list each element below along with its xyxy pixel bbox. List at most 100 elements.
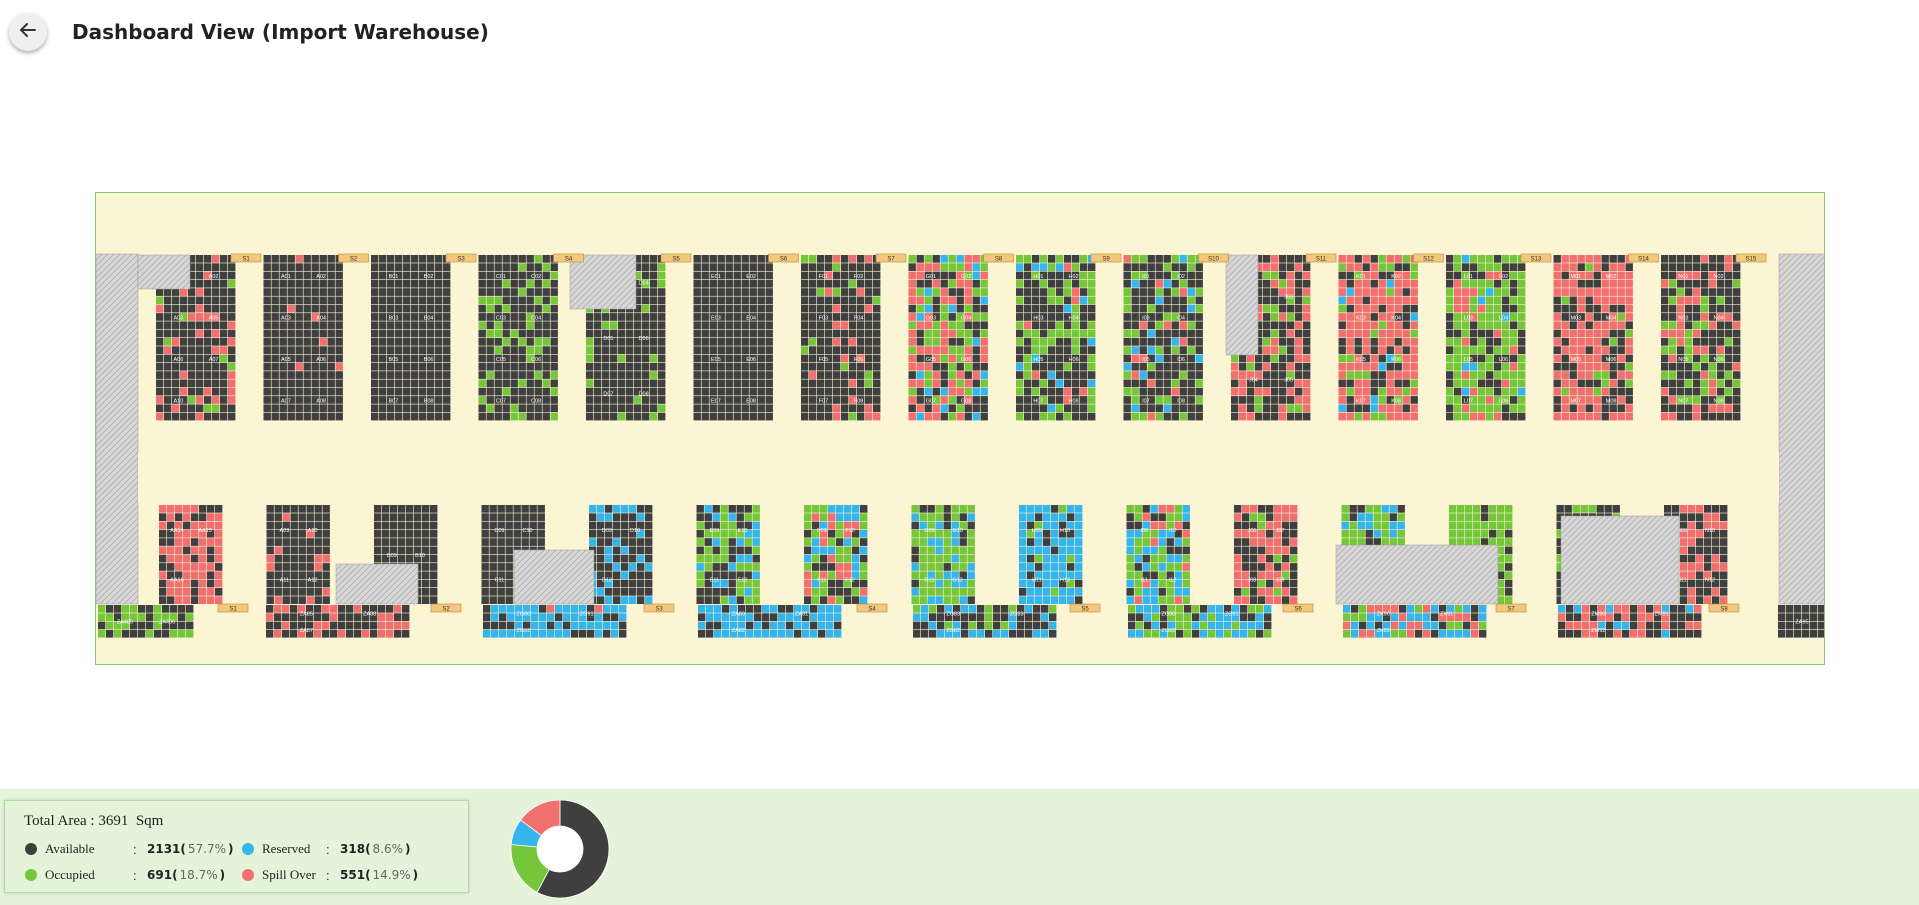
- storage-cell[interactable]: [1187, 412, 1195, 421]
- storage-cell[interactable]: [613, 529, 621, 538]
- storage-cell[interactable]: [191, 596, 199, 604]
- storage-cell[interactable]: [873, 296, 881, 305]
- storage-cell[interactable]: [1263, 412, 1271, 421]
- storage-cell[interactable]: [555, 613, 563, 621]
- storage-cell[interactable]: [1266, 554, 1274, 563]
- storage-cell[interactable]: [156, 296, 164, 305]
- storage-cell[interactable]: [650, 387, 658, 396]
- storage-cell[interactable]: [1051, 505, 1059, 513]
- storage-cell[interactable]: [916, 404, 924, 413]
- storage-cell[interactable]: [658, 263, 666, 271]
- storage-cell[interactable]: [403, 321, 411, 330]
- storage-cell[interactable]: [1139, 304, 1147, 313]
- storage-cell[interactable]: [1696, 579, 1704, 588]
- storage-cell[interactable]: [502, 362, 510, 371]
- storage-cell[interactable]: [1378, 412, 1386, 421]
- storage-cell[interactable]: [1693, 313, 1701, 321]
- storage-cell[interactable]: [1263, 338, 1271, 346]
- storage-cell[interactable]: [956, 288, 964, 296]
- storage-cell[interactable]: [526, 338, 534, 346]
- storage-cell[interactable]: [1131, 371, 1139, 379]
- storage-cell[interactable]: [964, 387, 972, 396]
- storage-cell[interactable]: [502, 404, 510, 413]
- storage-cell[interactable]: [809, 255, 817, 263]
- storage-cell[interactable]: [1231, 412, 1239, 421]
- storage-cell[interactable]: [1043, 554, 1051, 563]
- storage-cell[interactable]: [820, 554, 828, 563]
- storage-cell[interactable]: [1704, 554, 1712, 563]
- storage-cell[interactable]: [1123, 362, 1131, 371]
- storage-cell[interactable]: [924, 321, 932, 330]
- storage-cell[interactable]: [518, 263, 526, 271]
- storage-cell[interactable]: [1171, 296, 1179, 305]
- storage-cell[interactable]: [263, 404, 271, 413]
- storage-cell[interactable]: [770, 621, 778, 630]
- storage-cell[interactable]: [422, 513, 430, 521]
- storage-cell[interactable]: [765, 263, 773, 271]
- storage-cell[interactable]: [972, 288, 980, 296]
- storage-cell[interactable]: [518, 338, 526, 346]
- storage-cell[interactable]: [114, 629, 122, 638]
- storage-cell[interactable]: [180, 321, 188, 330]
- storage-cell[interactable]: [1303, 296, 1311, 305]
- storage-cell[interactable]: [1287, 279, 1295, 288]
- storage-cell[interactable]: [1696, 596, 1704, 604]
- storage-cell[interactable]: [1601, 387, 1609, 396]
- storage-cell[interactable]: [1725, 329, 1733, 338]
- storage-cell[interactable]: [518, 387, 526, 396]
- storage-cell[interactable]: [435, 288, 443, 296]
- storage-cell[interactable]: [1394, 304, 1402, 313]
- storage-cell[interactable]: [833, 379, 841, 388]
- storage-cell[interactable]: [319, 404, 327, 413]
- storage-cell[interactable]: [1661, 387, 1669, 396]
- storage-cell[interactable]: [1561, 279, 1569, 288]
- storage-cell[interactable]: [1287, 313, 1295, 321]
- storage-cell[interactable]: [1123, 338, 1131, 346]
- storage-cell[interactable]: [1518, 313, 1526, 321]
- storage-cell[interactable]: [1712, 538, 1720, 546]
- storage-cell[interactable]: [873, 412, 881, 421]
- storage-cell[interactable]: [1625, 387, 1633, 396]
- storage-cell[interactable]: [1680, 554, 1688, 563]
- storage-cell[interactable]: [220, 387, 228, 396]
- storage-cell[interactable]: [701, 321, 709, 330]
- storage-cell[interactable]: [502, 338, 510, 346]
- storage-cell[interactable]: [1247, 404, 1255, 413]
- storage-cell[interactable]: [1048, 371, 1056, 379]
- storage-cell[interactable]: [371, 346, 379, 354]
- storage-cell[interactable]: [1163, 396, 1171, 404]
- storage-cell[interactable]: [1510, 346, 1518, 354]
- storage-cell[interactable]: [1489, 521, 1497, 530]
- storage-cell[interactable]: [1290, 571, 1298, 580]
- storage-cell[interactable]: [1381, 529, 1389, 538]
- storage-cell[interactable]: [486, 271, 494, 280]
- storage-cell[interactable]: [589, 521, 597, 530]
- storage-cell[interactable]: [1669, 412, 1677, 421]
- storage-cell[interactable]: [801, 362, 809, 371]
- storage-cell[interactable]: [602, 412, 610, 421]
- storage-cell[interactable]: [1365, 529, 1373, 538]
- storage-cell[interactable]: [1024, 412, 1032, 421]
- storage-cell[interactable]: [403, 404, 411, 413]
- storage-cell[interactable]: [948, 321, 956, 330]
- storage-cell[interactable]: [728, 588, 736, 596]
- storage-cell[interactable]: [964, 296, 972, 305]
- storage-cell[interactable]: [605, 546, 613, 555]
- storage-cell[interactable]: [327, 346, 335, 354]
- storage-cell[interactable]: [841, 412, 849, 421]
- storage-cell[interactable]: [371, 396, 379, 404]
- storage-cell[interactable]: [1234, 563, 1242, 571]
- storage-cell[interactable]: [1717, 404, 1725, 413]
- storage-cell[interactable]: [1378, 396, 1386, 404]
- storage-cell[interactable]: [916, 387, 924, 396]
- storage-cell[interactable]: [1569, 263, 1577, 271]
- storage-cell[interactable]: [1174, 546, 1182, 555]
- storage-cell[interactable]: [1593, 279, 1601, 288]
- storage-cell[interactable]: [873, 362, 881, 371]
- storage-cell[interactable]: [1080, 396, 1088, 404]
- storage-cell[interactable]: [1290, 579, 1298, 588]
- storage-cell[interactable]: [403, 396, 411, 404]
- storage-cell[interactable]: [650, 396, 658, 404]
- storage-cell[interactable]: [1593, 296, 1601, 305]
- storage-cell[interactable]: [1402, 346, 1410, 354]
